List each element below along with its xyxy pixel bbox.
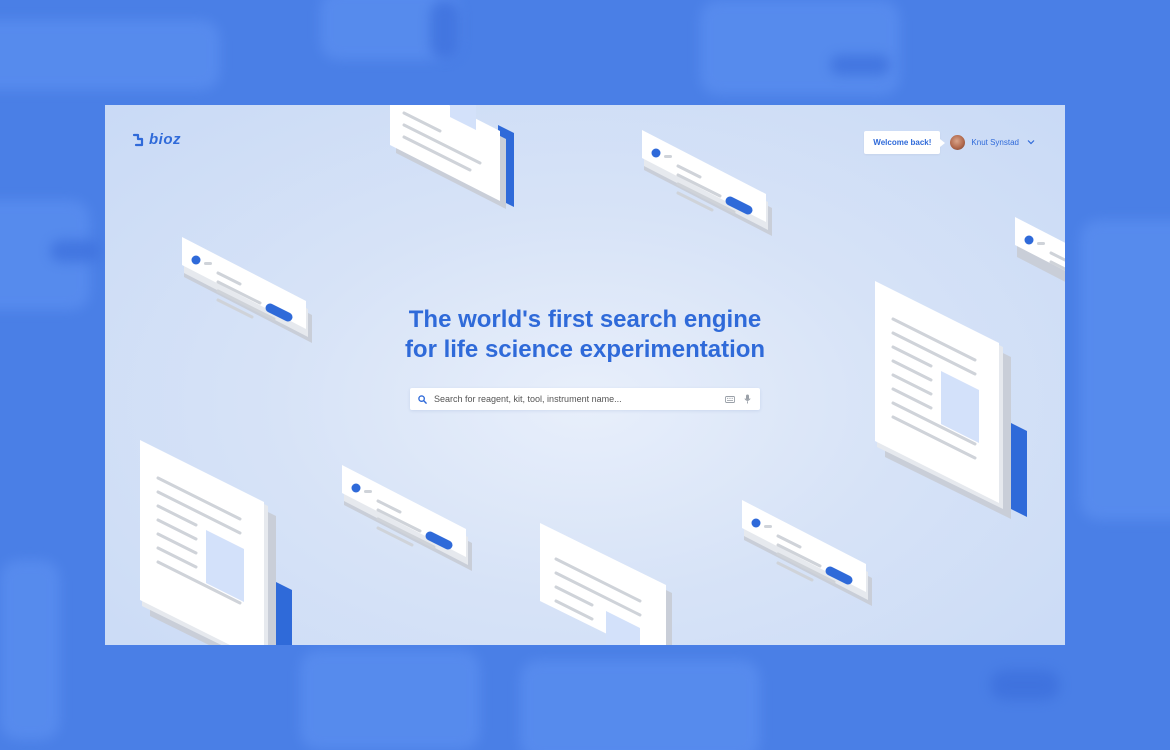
search-bar[interactable] — [410, 388, 760, 410]
microphone-icon[interactable] — [744, 394, 751, 404]
decorative-document — [540, 523, 672, 645]
bioz-logo[interactable]: bioz — [132, 131, 181, 148]
bioz-logo-icon — [132, 133, 144, 146]
headline-line-1: The world's first search engine — [408, 306, 762, 333]
decorative-document — [140, 440, 292, 645]
headline-line-2: for life science experimentation — [404, 336, 766, 363]
search-input[interactable] — [434, 394, 725, 404]
avatar[interactable] — [950, 135, 966, 150]
decorative-card — [642, 130, 772, 236]
decorative-card — [342, 465, 472, 571]
welcome-badge: Welcome back! — [864, 131, 946, 154]
decorative-document — [390, 105, 514, 209]
chevron-down-icon[interactable] — [1027, 139, 1035, 147]
user-menu[interactable]: Welcome back! Knut Synstad — [864, 131, 1035, 154]
search-icon — [418, 394, 427, 404]
app-screen: bioz Welcome back! Knut Synstad The worl… — [105, 105, 1065, 645]
keyboard-icon[interactable] — [725, 395, 735, 403]
user-name[interactable]: Knut Synstad — [971, 138, 1019, 147]
decorative-card — [742, 500, 872, 606]
logo-text: bioz — [149, 131, 181, 148]
hero-headline: The world's first search engine for life… — [105, 305, 1065, 365]
